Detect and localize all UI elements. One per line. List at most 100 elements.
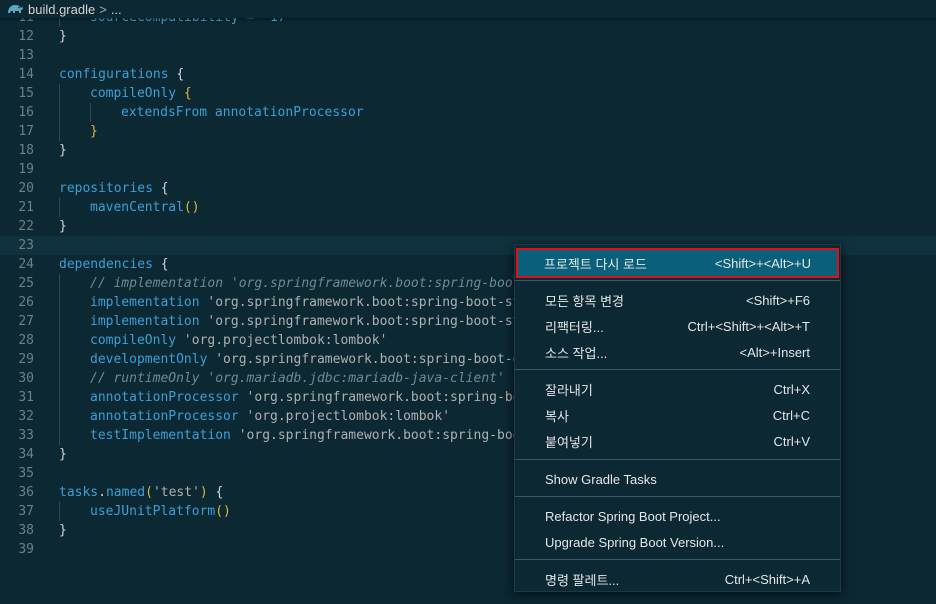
indent-guide [59,388,60,407]
code-token: named [105,485,146,500]
indent-guide [59,312,60,331]
line-number: 19 [18,162,34,177]
code-token: () [183,200,200,215]
menu-separator [515,496,840,497]
gradle-elephant-icon [6,2,24,16]
code-token: } [59,219,67,234]
menu-separator [515,369,840,370]
code-text: } [59,521,67,540]
code-token: configurations [59,67,169,82]
code-token: // implementation 'org.springframework.b… [90,276,521,291]
line-number: 38 [18,523,34,538]
code-text: } [59,445,67,464]
menu-item[interactable]: 모든 항목 변경 <Shift>+F6 [519,287,836,313]
indent-guide [59,274,60,293]
line-number: 25 [18,276,34,291]
menu-item-label: 잘라내기 [545,382,593,398]
code-token: ) [199,485,208,500]
breadcrumb: build.gradle > ... [0,0,936,18]
indent-guide [59,103,60,122]
code-text: compileOnly 'org.projectlombok:lombok' [90,331,387,350]
menu-item-label: 복사 [545,408,569,424]
code-text: annotationProcessor 'org.projectlombok:l… [90,407,450,426]
menu-item[interactable]: 소스 작업... <Alt>+Insert [519,339,836,365]
code-line[interactable]: 22} [0,217,936,236]
code-text: } [59,27,67,46]
menu-item[interactable]: 리팩터링... Ctrl+<Shift>+<Alt>+T [519,313,836,339]
code-token: 'org.springframework.boot:spring-boot-st [207,314,521,329]
code-line[interactable]: 18} [0,141,936,160]
code-text: tasks.named('test') { [59,483,223,502]
menu-item[interactable]: 복사 Ctrl+C [519,402,836,428]
line-number: 15 [18,86,34,101]
code-token: implementation [90,314,200,329]
code-line[interactable]: 12} [0,27,936,46]
line-number: 22 [18,219,34,234]
menu-item-shortcut: Ctrl+<Shift>+A [724,571,810,587]
line-number: 37 [18,504,34,519]
code-text: configurations { [59,65,184,84]
code-line[interactable]: 15 compileOnly { [0,84,936,103]
menu-item-shortcut: Ctrl+C [772,407,810,423]
code-token: 'org.springframework.boot:spring-boo [238,428,521,443]
code-text: // runtimeOnly 'org.mariadb.jdbc:mariadb… [90,369,505,388]
code-line[interactable]: 13 [0,46,936,65]
breadcrumb-file[interactable]: build.gradle [28,2,95,17]
code-line[interactable]: 16 extendsFrom annotationProcessor [0,103,936,122]
line-number: 16 [18,105,34,120]
code-text: annotationProcessor 'org.springframework… [90,388,520,407]
code-token: annotationProcessor [90,409,239,424]
code-line[interactable]: 14 configurations { [0,65,936,84]
menu-item[interactable]: Upgrade Spring Boot Version... [519,529,836,555]
menu-separator [515,559,840,560]
menu-item-shortcut: <Shift>+F6 [746,292,810,308]
line-number: 21 [18,200,34,215]
line-number: 31 [18,390,34,405]
menu-item[interactable]: 프로젝트 다시 로드 <Shift>+<Alt>+U [516,248,839,278]
menu-separator [515,280,840,281]
menu-item[interactable]: 명령 팔레트... Ctrl+<Shift>+A [519,566,836,592]
menu-item-label: Refactor Spring Boot Project... [545,508,721,524]
code-token: ( [145,485,153,500]
code-token: . [98,485,106,500]
menu-item-label: 프로젝트 다시 로드 [544,256,647,272]
indent-guide [59,198,60,217]
code-text: testImplementation 'org.springframework.… [90,426,520,445]
indent-guide [59,369,60,388]
menu-item[interactable]: 붙여넣기 Ctrl+V [519,428,836,454]
line-number: 26 [18,295,34,310]
code-line[interactable]: 17} [0,122,936,141]
code-text: implementation 'org.springframework.boot… [90,293,520,312]
menu-item[interactable]: Refactor Spring Boot Project... [519,503,836,529]
menu-item-shortcut: Ctrl+X [773,381,810,397]
menu-item[interactable]: Show Gradle Tasks [519,466,836,492]
line-number: 14 [18,67,34,82]
code-text: compileOnly { [90,84,192,103]
code-text: // implementation 'org.springframework.b… [90,274,520,293]
code-token: annotationProcessor [90,390,239,405]
menu-item-label: Upgrade Spring Boot Version... [545,534,725,550]
line-number: 39 [18,542,34,557]
indent-guide [90,103,91,122]
code-line[interactable]: 19 [0,160,936,179]
menu-item-label: 명령 팔레트... [545,572,620,588]
line-number: 12 [18,29,34,44]
line-number: 30 [18,371,34,386]
menu-item[interactable]: 잘라내기 Ctrl+X [519,376,836,402]
code-text: mavenCentral() [90,198,200,217]
code-text: repositories { [59,179,169,198]
code-text: } [90,122,98,141]
breadcrumb-more[interactable]: ... [111,2,122,17]
menu-item-shortcut: <Shift>+<Alt>+U [714,255,811,271]
code-text: implementation 'org.springframework.boot… [90,312,520,331]
code-token: repositories [59,181,153,196]
line-number: 28 [18,333,34,348]
code-token: compileOnly [90,333,177,348]
code-token: mavenCentral [90,200,184,215]
code-token: // runtimeOnly 'org.mariadb.jdbc:mariadb… [90,371,505,386]
code-line[interactable]: 20 repositories { [0,179,936,198]
code-line[interactable]: 21 mavenCentral() [0,198,936,217]
line-number: 20 [18,181,34,196]
